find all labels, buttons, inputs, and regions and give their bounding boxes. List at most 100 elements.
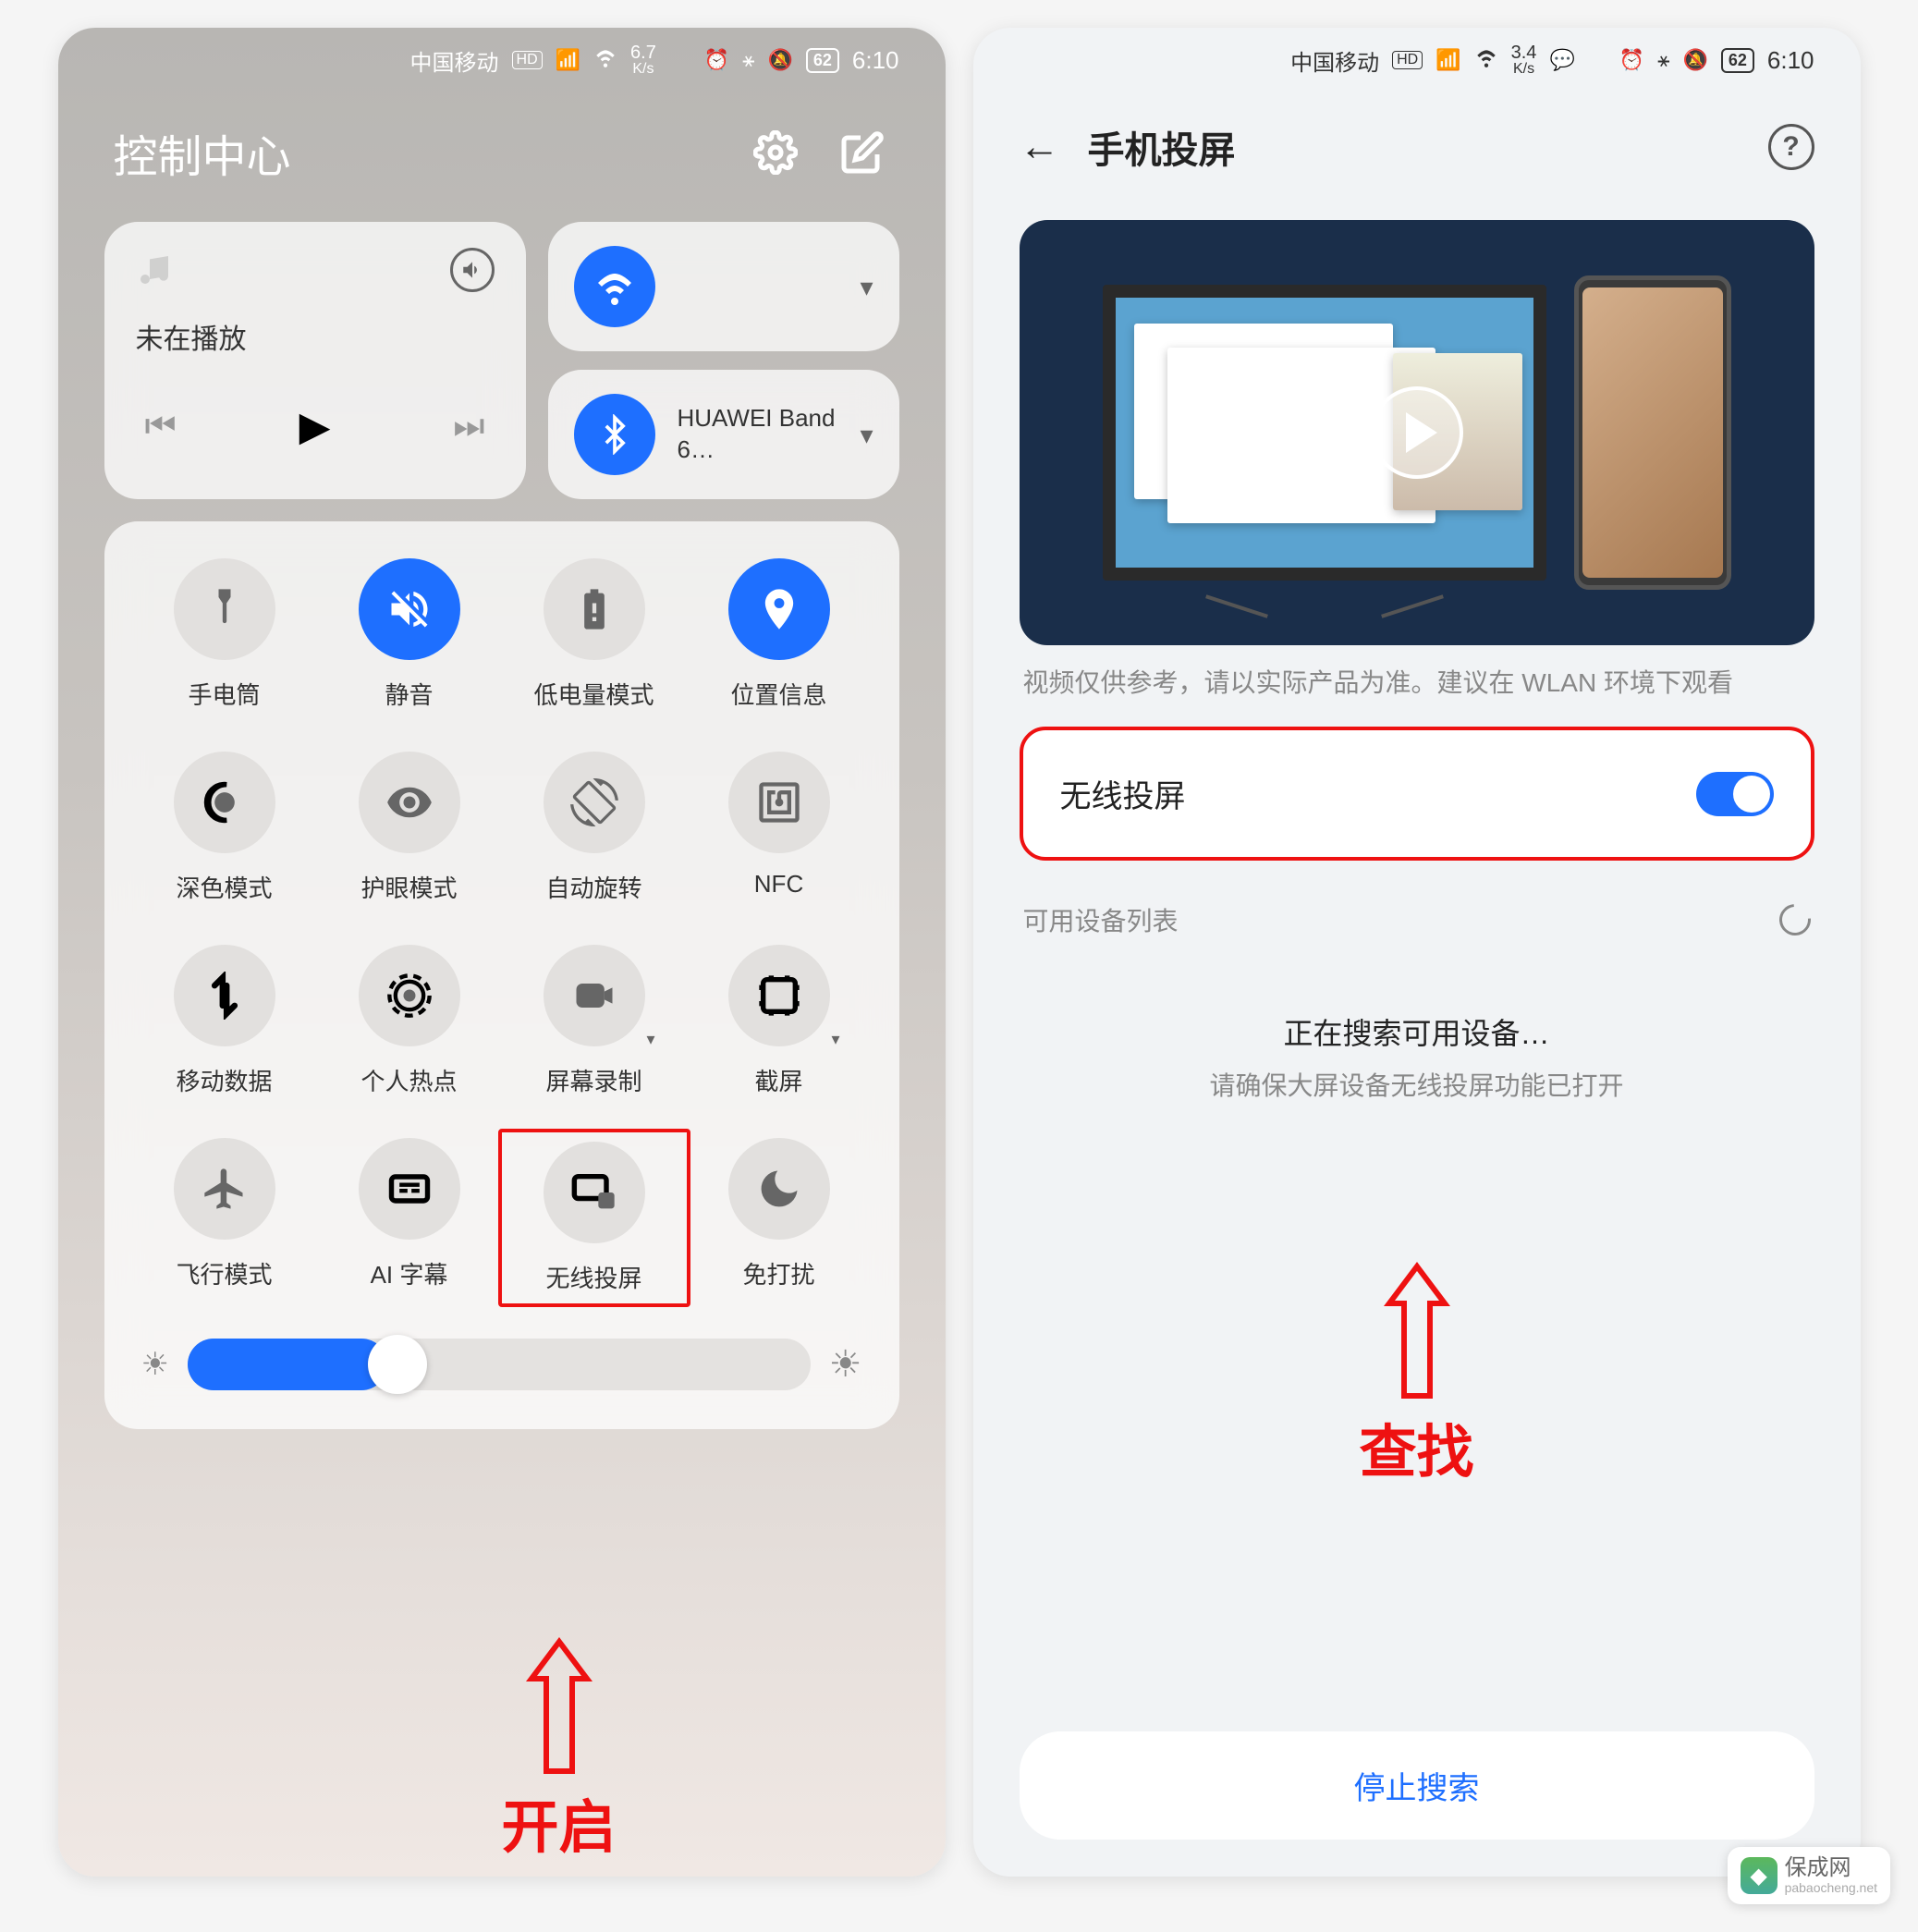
chevron-down-icon: ▾ bbox=[860, 420, 873, 450]
tile-nfc[interactable]: NFC bbox=[687, 752, 872, 904]
tile-dark-mode[interactable]: 深色模式 bbox=[132, 752, 317, 904]
tile-label: 飞行模式 bbox=[176, 1256, 272, 1290]
tile-rotate[interactable]: 自动旋转 bbox=[502, 752, 687, 904]
tile-location[interactable]: 位置信息 bbox=[687, 558, 872, 711]
tile-cast[interactable]: 无线投屏 bbox=[498, 1129, 690, 1307]
signal-icon: 📶 bbox=[556, 48, 580, 72]
tile-hotspot[interactable]: 个人热点 bbox=[317, 945, 502, 1097]
mute-status-icon: 🔕 bbox=[1682, 48, 1707, 72]
tile-label: 手电筒 bbox=[188, 677, 260, 711]
status-bar: 中国移动 HD 📶 3.4K/s 💬 ⏰ ⚹ 🔕 62 6:10 bbox=[973, 28, 1861, 92]
hd-badge: HD bbox=[1392, 51, 1423, 69]
status-bar: 中国移动 HD 📶 6.7K/s ⏰ ⚹ 🔕 62 6:10 bbox=[58, 28, 946, 92]
tile-battery-leaf[interactable]: 低电量模式 bbox=[502, 558, 687, 711]
moon-icon bbox=[728, 1138, 830, 1240]
location-icon bbox=[728, 558, 830, 660]
record-icon bbox=[544, 945, 645, 1046]
tile-label: 个人热点 bbox=[360, 1063, 457, 1097]
clock: 6:10 bbox=[1767, 46, 1814, 75]
airplane-icon bbox=[174, 1138, 275, 1240]
eye-icon bbox=[359, 752, 460, 853]
chevron-down-icon: ▾ bbox=[860, 272, 873, 302]
page-header: ← 手机投屏 ? bbox=[973, 92, 1861, 202]
settings-icon[interactable] bbox=[748, 125, 803, 180]
wireless-cast-toggle[interactable]: 无线投屏 bbox=[1020, 727, 1814, 861]
tile-flashlight[interactable]: 手电筒 bbox=[132, 558, 317, 711]
bluetooth-toggle[interactable]: HUAWEI Band 6… ▾ bbox=[548, 370, 899, 499]
tutorial-video[interactable] bbox=[1020, 220, 1814, 645]
tile-screenshot[interactable]: ▾截屏 bbox=[687, 945, 872, 1097]
tv-illustration bbox=[1103, 285, 1546, 581]
media-output-icon[interactable] bbox=[450, 248, 495, 292]
prev-button[interactable]: ⏮ bbox=[145, 407, 177, 446]
battery-indicator: 62 bbox=[806, 48, 839, 73]
tile-data[interactable]: 移动数据 bbox=[132, 945, 317, 1097]
toggle-label: 无线投屏 bbox=[1060, 771, 1186, 816]
video-note: 视频仅供参考，请以实际产品为准。建议在 WLAN 环境下观看 bbox=[973, 664, 1861, 703]
screenshot-icon bbox=[728, 945, 830, 1046]
control-center-screen: 中国移动 HD 📶 6.7K/s ⏰ ⚹ 🔕 62 6:10 控制中心 bbox=[58, 28, 946, 1877]
wifi-toggle[interactable]: ▾ bbox=[548, 222, 899, 351]
tile-airplane[interactable]: 飞行模式 bbox=[132, 1138, 317, 1298]
searching-subtitle: 请确保大屏设备无线投屏功能已打开 bbox=[1020, 1066, 1814, 1103]
media-card[interactable]: 未在播放 ⏮ ▶ ⏭ bbox=[104, 222, 526, 499]
tile-label: 截屏 bbox=[754, 1063, 802, 1097]
tile-label: 移动数据 bbox=[176, 1063, 272, 1097]
brightness-high-icon: ☀ bbox=[829, 1343, 862, 1386]
edit-icon[interactable] bbox=[835, 125, 890, 180]
bluetooth-status-icon: ⚹ bbox=[742, 48, 754, 72]
phone-illustration bbox=[1574, 275, 1731, 590]
tile-label: 护眼模式 bbox=[360, 870, 457, 904]
tile-label: 位置信息 bbox=[730, 677, 826, 711]
hotspot-icon bbox=[359, 945, 460, 1046]
carrier-label: 中国移动 bbox=[1290, 44, 1379, 77]
tile-moon[interactable]: 免打扰 bbox=[687, 1138, 872, 1298]
back-button[interactable]: ← bbox=[1020, 124, 1060, 170]
cast-icon bbox=[544, 1142, 645, 1243]
cast-settings-screen: 中国移动 HD 📶 3.4K/s 💬 ⏰ ⚹ 🔕 62 6:10 ← 手机投屏 … bbox=[973, 28, 1861, 1877]
wifi-icon bbox=[593, 45, 617, 75]
mute-status-icon: 🔕 bbox=[767, 48, 792, 72]
tile-label: 自动旋转 bbox=[545, 870, 641, 904]
bluetooth-status-icon: ⚹ bbox=[1657, 48, 1669, 72]
cc-header: 控制中心 bbox=[58, 92, 946, 222]
tile-label: AI 字幕 bbox=[371, 1256, 448, 1290]
cc-title: 控制中心 bbox=[114, 120, 291, 185]
tile-mute[interactable]: 静音 bbox=[317, 558, 502, 711]
alarm-icon: ⏰ bbox=[704, 48, 729, 72]
play-button[interactable]: ▶ bbox=[299, 403, 331, 450]
tile-label: 低电量模式 bbox=[533, 677, 654, 711]
next-button[interactable]: ⏭ bbox=[453, 407, 484, 446]
tile-record[interactable]: ▾屏幕录制 bbox=[502, 945, 687, 1097]
annotation-enable: 开启 bbox=[502, 1632, 617, 1864]
carrier-label: 中国移动 bbox=[410, 44, 499, 77]
tile-label: NFC bbox=[754, 870, 803, 899]
tile-label: 静音 bbox=[385, 677, 433, 711]
battery-leaf-icon bbox=[544, 558, 645, 660]
alarm-icon: ⏰ bbox=[1619, 48, 1644, 72]
refresh-icon[interactable] bbox=[1773, 898, 1817, 942]
tile-eye[interactable]: 护眼模式 bbox=[317, 752, 502, 904]
stop-search-button[interactable]: 停止搜索 bbox=[1020, 1731, 1814, 1840]
tile-subtitle[interactable]: AI 字幕 bbox=[317, 1138, 502, 1298]
tile-label: 屏幕录制 bbox=[545, 1063, 641, 1097]
help-button[interactable]: ? bbox=[1768, 124, 1814, 170]
searching-status: 正在搜索可用设备… 请确保大屏设备无线投屏功能已打开 bbox=[973, 955, 1861, 1103]
mute-icon bbox=[359, 558, 460, 660]
wifi-icon bbox=[1474, 45, 1498, 75]
play-icon bbox=[1371, 386, 1463, 479]
net-speed: 6.7K/s bbox=[630, 43, 656, 77]
data-icon bbox=[174, 945, 275, 1046]
clock: 6:10 bbox=[852, 46, 899, 75]
watermark: ◆ 保成网 pabaocheng.net bbox=[1728, 1847, 1890, 1904]
music-icon bbox=[136, 251, 173, 288]
nfc-icon bbox=[728, 752, 830, 853]
rotate-icon bbox=[544, 752, 645, 853]
brightness-slider[interactable]: ☀ ☀ bbox=[132, 1298, 872, 1398]
wechat-icon: 💬 bbox=[1549, 48, 1574, 72]
switch-on[interactable] bbox=[1696, 772, 1774, 816]
watermark-url: pabaocheng.net bbox=[1785, 1881, 1877, 1895]
page-title: 手机投屏 bbox=[1088, 120, 1236, 174]
tile-label: 无线投屏 bbox=[545, 1260, 641, 1294]
quick-toggles-grid: 手电筒 静音 低电量模式 位置信息深色模式护眼模式 自动旋转 NFC 移动数据 个人热点 ▾屏幕… bbox=[104, 521, 899, 1429]
